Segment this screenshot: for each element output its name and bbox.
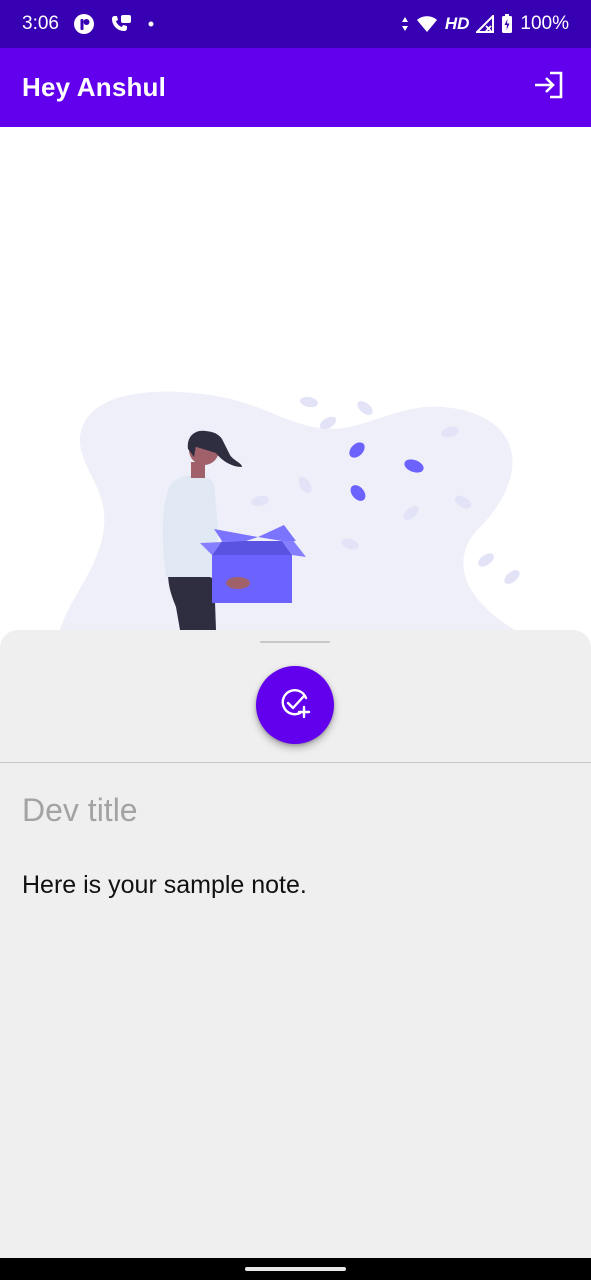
note-title-input[interactable] xyxy=(22,788,569,832)
status-left: 3:06 xyxy=(22,13,155,35)
missed-call-icon xyxy=(109,13,133,35)
data-arrows-icon xyxy=(401,16,409,32)
logout-icon xyxy=(533,71,565,104)
dot-icon xyxy=(147,20,155,28)
battery-percent: 100% xyxy=(520,13,569,34)
signal-icon xyxy=(476,15,495,33)
wifi-icon xyxy=(416,15,438,33)
empty-state-illustration xyxy=(0,127,591,637)
sheet-divider xyxy=(0,762,591,763)
logout-button[interactable] xyxy=(529,68,569,108)
app-title: Hey Anshul xyxy=(22,72,167,102)
photo-app-icon xyxy=(73,13,95,35)
add-note-button[interactable] xyxy=(256,666,334,744)
status-right: HD 100% xyxy=(401,13,569,35)
app-bar: Hey Anshul xyxy=(0,48,591,127)
status-time: 3:06 xyxy=(22,13,59,34)
note-bottom-sheet: Here is your sample note. xyxy=(0,630,591,1258)
add-check-icon xyxy=(278,686,312,725)
battery-icon xyxy=(501,14,513,34)
network-type-label: HD xyxy=(444,14,470,33)
sheet-drag-handle[interactable] xyxy=(260,641,330,643)
home-indicator[interactable] xyxy=(245,1267,346,1271)
status-bar: 3:06 HD 100% xyxy=(0,0,591,48)
navigation-bar xyxy=(0,1258,591,1280)
note-body-text[interactable]: Here is your sample note. xyxy=(22,871,569,900)
